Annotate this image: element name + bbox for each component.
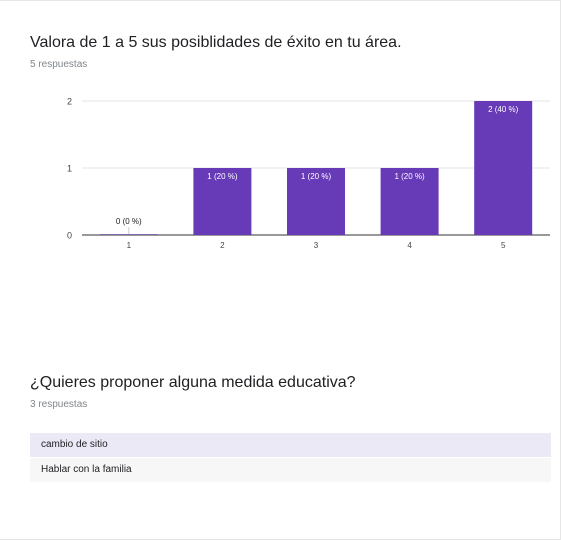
y-tick-label: 2 [67, 97, 72, 107]
question-title: Valora de 1 a 5 sus posiblidades de éxit… [30, 34, 402, 51]
bar [99, 234, 158, 235]
data-label: 2 (40 %) [488, 105, 519, 114]
response-count: 5 respuestas [30, 59, 88, 70]
data-label: 1 (20 %) [207, 172, 238, 181]
bar [474, 101, 533, 235]
y-tick-label: 0 [67, 231, 72, 241]
y-tick-label: 1 [67, 164, 72, 174]
x-tick-label: 5 [501, 241, 506, 250]
x-tick-label: 4 [407, 241, 412, 250]
data-label: 0 (0 %) [116, 217, 142, 226]
x-tick-label: 2 [220, 241, 225, 250]
data-label: 1 (20 %) [301, 172, 332, 181]
x-tick-label: 3 [314, 241, 319, 250]
answer-list: cambio de sitio Hablar con la familia [30, 433, 551, 483]
list-item: Hablar con la familia [30, 458, 551, 482]
bar-chart: 0 1 2 0 (0 %) 1 1 (20 %) 2 1 (20 %) 3 1 (20 %) 4 2 … [67, 97, 550, 250]
question-title: ¿Quieres proponer alguna medida educativ… [30, 374, 356, 391]
response-summary-card: Valora de 1 a 5 sus posiblidades de éxit… [0, 0, 561, 540]
list-item: cambio de sitio [30, 433, 551, 457]
x-tick-label: 1 [127, 241, 132, 250]
response-count: 3 respuestas [30, 399, 88, 410]
data-label: 1 (20 %) [394, 172, 425, 181]
